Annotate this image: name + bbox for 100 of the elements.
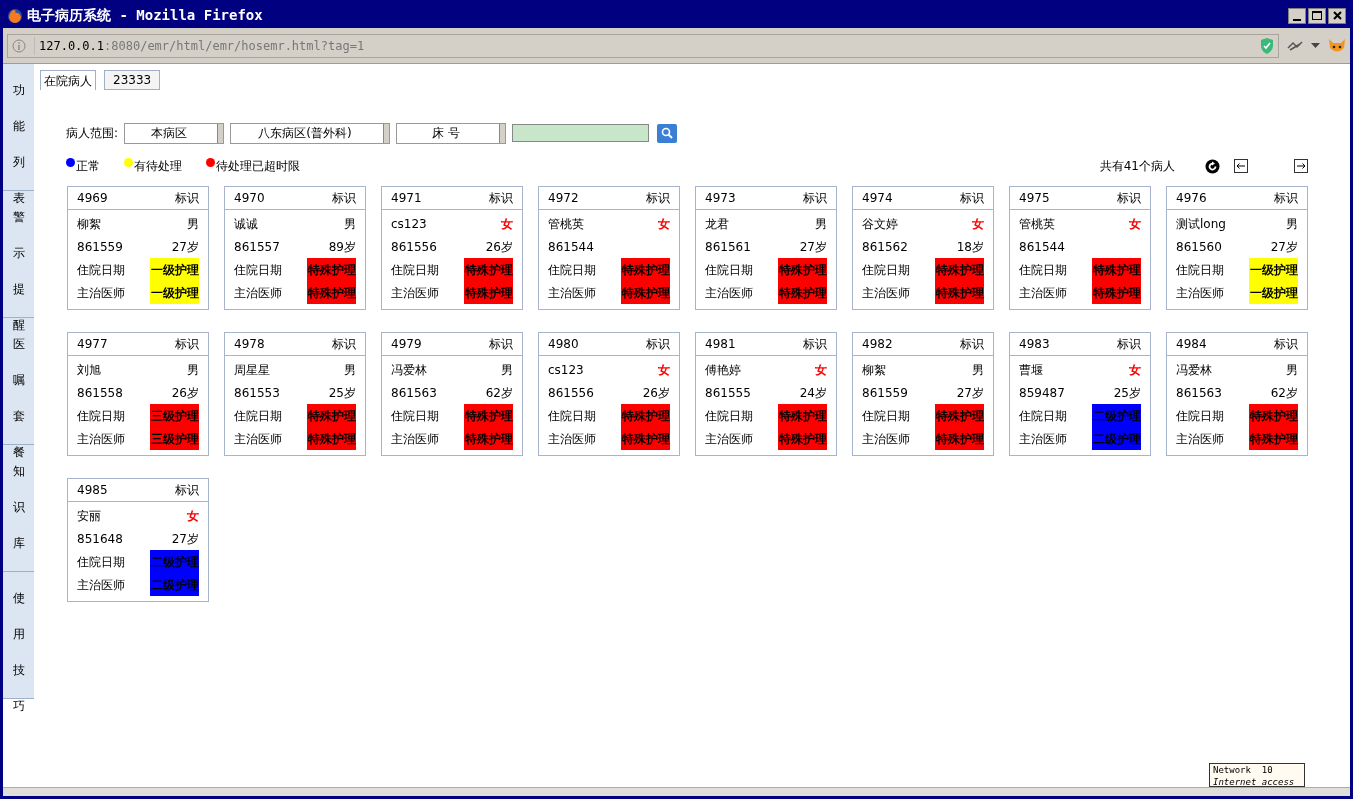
patient-card[interactable]: 4979 标识 冯爱林 男 861563 62岁 住院日期 特殊护理 主治医师 特殊护理 [381, 332, 523, 456]
patient-card[interactable]: 4982 标识 柳絮 男 861559 27岁 住院日期 特殊护理 主治医师 特殊护理 [852, 332, 994, 456]
patient-name: 诚诚 [234, 215, 258, 233]
bed-number: 4980 [548, 336, 579, 353]
patient-card[interactable]: 4978 标识 周星星 男 861553 25岁 住院日期 特殊护理 主治医师 特殊护理 [224, 332, 366, 456]
care-level-badge: 二级护理 [1092, 427, 1141, 450]
next-page-button[interactable] [1294, 159, 1308, 173]
record-number: 861556 [391, 238, 437, 256]
horizontal-scrollbar[interactable] [3, 787, 1350, 796]
care-level-badge: 一级护理 [1249, 281, 1298, 304]
maximize-button[interactable] [1308, 7, 1326, 24]
age-text: 25岁 [1113, 384, 1141, 402]
care-level-badge: 特殊护理 [778, 427, 827, 450]
dropdown[interactable]: 八东病区(普外科) [230, 122, 391, 144]
patient-card[interactable]: 4984 标识 冯爱林 男 861563 62岁 住院日期 特殊护理 主治医师 特殊护理 [1166, 332, 1308, 456]
gender-text: 男 [187, 215, 199, 233]
tag-label: 标识 [1117, 190, 1141, 207]
refresh-icon[interactable] [1205, 158, 1220, 174]
field-label: 住院日期 [548, 407, 596, 425]
care-level-badge: 三级护理 [150, 427, 199, 450]
patient-name: 柳絮 [77, 215, 101, 233]
care-level-badge: 二级护理 [150, 573, 199, 596]
field-label: 主治医师 [1019, 284, 1067, 302]
record-number: 861553 [234, 384, 280, 402]
patient-card[interactable]: 4975 标识 管桃英 女 861544 住院日期 特殊护理 主治医师 特殊护理 [1009, 186, 1151, 310]
tag-label: 标识 [332, 336, 356, 353]
gender-text: 女 [658, 361, 670, 379]
tag-label: 标识 [960, 190, 984, 207]
care-level-badge: 特殊护理 [464, 258, 513, 281]
gender-text: 女 [187, 507, 199, 525]
patient-card[interactable]: 4969 标识 柳絮 男 861559 27岁 住院日期 一级护理 主治医师 一级护理 [67, 186, 209, 310]
care-level-badge: 一级护理 [1249, 258, 1298, 281]
gender-text: 女 [501, 215, 513, 233]
care-level-badge: 特殊护理 [307, 281, 356, 304]
tag-label: 标识 [960, 336, 984, 353]
patient-name: 周星星 [234, 361, 270, 379]
browser-logo-icon [7, 7, 23, 24]
dropdown[interactable]: 本病区 [124, 122, 225, 144]
tab[interactable]: 23333 [104, 70, 161, 90]
field-label: 住院日期 [1019, 407, 1067, 425]
field-label: 主治医师 [1176, 430, 1224, 448]
care-level-badge: 特殊护理 [935, 281, 984, 304]
age-text: 27岁 [1270, 238, 1298, 256]
record-number: 861555 [705, 384, 751, 402]
record-number: 861558 [77, 384, 123, 402]
minimize-button[interactable] [1288, 7, 1306, 24]
field-label: 住院日期 [548, 261, 596, 279]
tooltip-text: Network 10 [1213, 764, 1274, 776]
patient-name: 管桃英 [548, 215, 584, 233]
age-text: 26岁 [485, 238, 513, 256]
age-text: 89岁 [328, 238, 356, 256]
care-level-badge: 特殊护理 [1249, 427, 1298, 450]
patient-card[interactable]: 4977 标识 刘旭 男 861558 26岁 住院日期 三级护理 主治医师 三级护理 [67, 332, 209, 456]
sidebar-menu-item[interactable]: 使用技巧 [12, 580, 25, 724]
tag-label: 标识 [175, 190, 199, 207]
field-label: 主治医师 [77, 430, 125, 448]
field-label: 主治医师 [77, 576, 125, 594]
field-label: 主治医师 [234, 284, 282, 302]
bed-number: 4985 [77, 482, 108, 499]
field-label: 住院日期 [234, 407, 282, 425]
patient-card[interactable]: 4983 标识 曹堰 女 859487 25岁 住院日期 二级护理 主治医师 二级护理 [1009, 332, 1151, 456]
field-label: 住院日期 [234, 261, 282, 279]
extension-icon[interactable] [1287, 39, 1303, 52]
field-label: 住院日期 [1176, 261, 1224, 279]
patient-card[interactable]: 4973 标识 龙君 男 861561 27岁 住院日期 特殊护理 主治医师 特殊护理 [695, 186, 837, 310]
patient-name: 安丽 [77, 507, 101, 525]
patient-card[interactable]: 4976 标识 测试long 男 861560 27岁 住院日期 一级护理 主治医师 一级护理 [1166, 186, 1308, 310]
previous-page-button[interactable] [1234, 159, 1248, 173]
care-level-badge: 二级护理 [150, 550, 199, 573]
tag-label: 标识 [646, 190, 670, 207]
patient-card[interactable]: 4971 标识 cs123 女 861556 26岁 住院日期 特殊护理 主治医师 特殊护理 [381, 186, 523, 310]
address-bar[interactable]: 127.0.0.1:8080/emr/html/emr/hosemr.html?tag=1 [7, 33, 1279, 58]
field-label: 主治医师 [1176, 284, 1224, 302]
patient-card[interactable]: 4974 标识 谷文婷 女 861562 18岁 住院日期 特殊护理 主治医师 特殊护理 [852, 186, 994, 310]
close-button[interactable] [1328, 7, 1346, 24]
patient-name: 曹堰 [1019, 361, 1043, 379]
care-level-badge: 特殊护理 [307, 404, 356, 427]
care-level-badge: 特殊护理 [621, 258, 670, 281]
field-label: 住院日期 [391, 261, 439, 279]
age-text: 27岁 [799, 238, 827, 256]
field-label: 住院日期 [77, 553, 125, 571]
tab[interactable]: 在院病人 [40, 70, 96, 90]
age-text: 27岁 [171, 530, 199, 548]
patient-card[interactable]: 4980 标识 cs123 女 861556 26岁 住院日期 特殊护理 主治医师 特殊护理 [538, 332, 680, 456]
range-label: 病人范围: [66, 125, 119, 142]
dropdown-icon[interactable] [1311, 43, 1320, 48]
patient-card[interactable]: 4970 标识 诚诚 男 861557 89岁 住院日期 特殊护理 主治医师 特殊护理 [224, 186, 366, 310]
search-field[interactable] [512, 124, 650, 142]
patient-name: 傅艳婷 [705, 361, 741, 379]
bed-number: 4972 [548, 190, 579, 207]
tag-label: 标识 [489, 190, 513, 207]
patient-card[interactable]: 4985 标识 安丽 女 851648 27岁 住院日期 二级护理 主治医师 二级护理 [67, 478, 209, 602]
search-button[interactable] [657, 123, 678, 143]
care-level-badge: 特殊护理 [778, 404, 827, 427]
dropdown[interactable]: 床 号 [396, 122, 507, 144]
patient-card[interactable]: 4981 标识 傅艳婷 女 861555 24岁 住院日期 特殊护理 主治医师 特殊护理 [695, 332, 837, 456]
fox-icon[interactable] [1328, 37, 1346, 54]
patient-card[interactable]: 4972 标识 管桃英 女 861544 住院日期 特殊护理 主治医师 特殊护理 [538, 186, 680, 310]
gender-text: 女 [1129, 361, 1141, 379]
bed-number: 4979 [391, 336, 422, 353]
